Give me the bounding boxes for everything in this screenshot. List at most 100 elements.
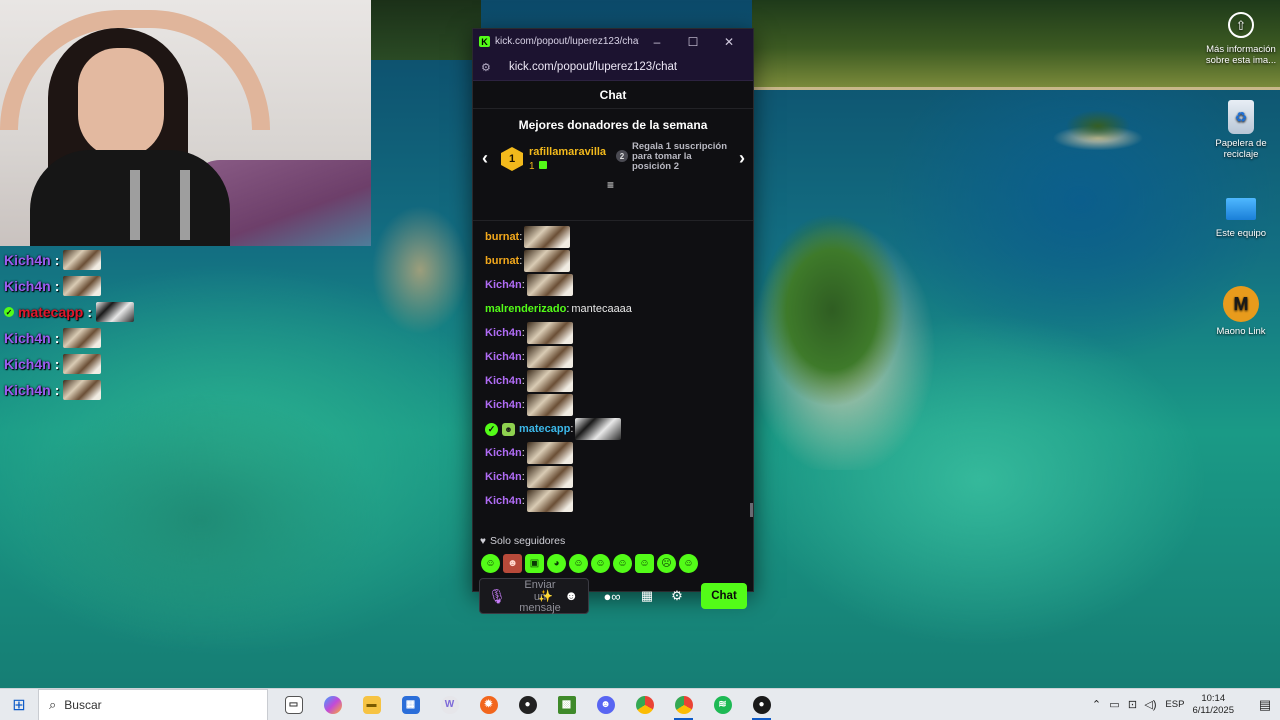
- chat-username[interactable]: Kich4n: [485, 495, 522, 507]
- task-view-icon[interactable]: ▭: [274, 689, 313, 720]
- points-icon[interactable]: ●∞: [595, 589, 629, 604]
- chrome-icon[interactable]: [625, 689, 664, 720]
- copilot-icon[interactable]: [313, 689, 352, 720]
- chat-messages[interactable]: burnat: burnat: Kich4n: malrenderizado: …: [473, 221, 753, 531]
- desktop-icon-recycle-bin[interactable]: ♻ Papelera de reciclaje: [1203, 100, 1279, 160]
- emote-image: [63, 380, 102, 400]
- address-bar[interactable]: ⚙ kick.com/popout/luperez123/chat: [473, 54, 753, 81]
- network-icon[interactable]: ⊡: [1123, 698, 1141, 711]
- chat-username[interactable]: Kich4n: [485, 327, 522, 339]
- top-donor-count: 1: [529, 161, 547, 172]
- taskbar-clock[interactable]: 10:14 6/11/2025: [1192, 693, 1234, 717]
- spotify-icon[interactable]: ≋: [703, 689, 742, 720]
- overlay-chat-row: Kich4n :: [4, 325, 204, 351]
- chat-popout-window[interactable]: K kick.com/popout/luperez123/chat... – ☐…: [472, 28, 754, 614]
- chat-username[interactable]: Kich4n: [485, 351, 522, 363]
- top-donors-carousel: ‹ 1 rafillamaravilla 1 2 Regala 1 suscri…: [473, 140, 753, 193]
- notifications-icon[interactable]: ▤: [1250, 697, 1280, 713]
- chevron-up-icon[interactable]: ⌃: [1087, 698, 1105, 711]
- minecraft-icon[interactable]: ▩: [547, 689, 586, 720]
- desktop-icon-label: Este equipo: [1215, 228, 1267, 239]
- overlay-separator: :: [54, 356, 60, 372]
- overlay-separator: :: [54, 330, 60, 346]
- emote-image-bw: [96, 302, 135, 322]
- brave-icon[interactable]: ✹: [469, 689, 508, 720]
- emote-image: [526, 490, 573, 512]
- clock-time: 10:14: [1201, 692, 1226, 704]
- emote-button[interactable]: ☺: [635, 553, 654, 573]
- window-title: kick.com/popout/luperez123/chat...: [495, 36, 639, 47]
- taskbar: ⊞ ⌕ Buscar ▭ ▬ ▦ W ✹ ● ▩ ☻ ≋ ● ⌃ ▭ ⊡ ◁) …: [0, 688, 1280, 720]
- settings-gear-icon[interactable]: ⚙: [665, 588, 689, 604]
- emote-button[interactable]: ▣: [525, 553, 544, 573]
- volume-icon[interactable]: ◁): [1141, 698, 1159, 711]
- chat-username[interactable]: Kich4n: [485, 279, 522, 291]
- collapse-pinned-icon[interactable]: ≡: [607, 178, 614, 192]
- chat-username[interactable]: Kich4n: [485, 447, 522, 459]
- emote-button[interactable]: ☹: [657, 553, 676, 573]
- chevron-left-icon[interactable]: ‹: [482, 148, 488, 169]
- emote-image: [63, 250, 102, 270]
- obs-icon[interactable]: ●: [508, 689, 547, 720]
- emote-button[interactable]: ☻: [503, 553, 522, 573]
- sandbank: [360, 190, 490, 360]
- chat-username[interactable]: Kich4n: [485, 375, 522, 387]
- search-icon: ⌕: [49, 696, 57, 712]
- emote-button[interactable]: ◕: [547, 553, 566, 573]
- discord-icon[interactable]: ☻: [586, 689, 625, 720]
- microphone-icon[interactable]: 🎙: [488, 586, 506, 606]
- quick-emote-bar[interactable]: ☺ ☻ ▣ ◕ ☺ ☺ ☺ ☺ ☹ ☺: [473, 551, 753, 575]
- emote-button[interactable]: ☺: [591, 553, 610, 573]
- chat-scrollbar[interactable]: [750, 503, 753, 517]
- desktop-icon-more-info[interactable]: ⇧ Más información sobre esta ima...: [1203, 12, 1279, 66]
- system-tray: ⌃ ▭ ⊡ ◁) ESP 10:14 6/11/2025 ▤: [1087, 689, 1280, 720]
- overlay-username: Kich4n: [4, 330, 51, 346]
- maximize-button[interactable]: ☐: [675, 35, 711, 49]
- store-icon[interactable]: ▦: [391, 689, 430, 720]
- emote-button[interactable]: ☺: [679, 553, 698, 573]
- overlay-username: Kich4n: [4, 278, 51, 294]
- desktop-icon-maono-link[interactable]: M Maono Link: [1203, 286, 1279, 337]
- overlay-separator: :: [87, 304, 93, 320]
- emoji-icon[interactable]: ☻: [564, 588, 578, 603]
- emote-image: [526, 322, 573, 344]
- overlay-username: Kich4n: [4, 356, 51, 372]
- overlay-chat: Kich4n : Kich4n : ✓ matecapp : Kich4n : …: [4, 247, 204, 403]
- chat-username[interactable]: burnat: [485, 255, 519, 267]
- close-button[interactable]: ✕: [711, 35, 747, 49]
- input-language[interactable]: ESP: [1165, 699, 1184, 710]
- chat-message-input[interactable]: 🎙 Enviar un mensaje ✨ ☻: [479, 578, 589, 614]
- taskbar-search[interactable]: ⌕ Buscar: [38, 688, 268, 720]
- desktop-icon-label: Papelera de reciclaje: [1215, 138, 1267, 160]
- chevron-right-icon[interactable]: ›: [739, 148, 745, 169]
- windows-start-icon[interactable]: ⊞: [0, 695, 38, 715]
- chat-username[interactable]: matecapp: [519, 423, 570, 435]
- chat-username[interactable]: malrenderizado: [485, 303, 566, 315]
- chat-username[interactable]: Kich4n: [485, 399, 522, 411]
- address-url: kick.com/popout/luperez123/chat: [509, 61, 678, 73]
- chrome-profile-icon[interactable]: [664, 689, 703, 720]
- emote-button[interactable]: ☺: [613, 553, 632, 573]
- battery-icon[interactable]: ▭: [1105, 698, 1123, 711]
- chat-message: Kich4n:: [485, 369, 753, 393]
- emote-image: [526, 274, 573, 296]
- store-icon[interactable]: ▦: [635, 588, 659, 604]
- emote-button[interactable]: ☺: [481, 553, 500, 573]
- top-donor-name[interactable]: rafillamaravilla: [529, 146, 606, 158]
- obs-alt-icon[interactable]: ●: [742, 689, 781, 720]
- emote-button[interactable]: ☺: [569, 553, 588, 573]
- forest-background: [752, 0, 1280, 90]
- site-settings-icon[interactable]: ⚙: [481, 61, 495, 74]
- window-titlebar[interactable]: K kick.com/popout/luperez123/chat... – ☐…: [473, 29, 753, 54]
- donor-cta-text: Regala 1 suscripción para tomar la posic…: [632, 141, 728, 172]
- magic-wand-icon[interactable]: ✨: [538, 589, 553, 603]
- minimize-button[interactable]: –: [639, 35, 675, 49]
- desktop-icon-this-pc[interactable]: Este equipo: [1203, 192, 1279, 239]
- chat-message: malrenderizado: mantecaaaa: [485, 303, 632, 315]
- chat-username[interactable]: Kich4n: [485, 471, 522, 483]
- word-icon[interactable]: W: [430, 689, 469, 720]
- chat-username[interactable]: burnat: [485, 231, 519, 243]
- file-explorer-icon[interactable]: ▬: [352, 689, 391, 720]
- send-chat-button[interactable]: Chat: [701, 583, 747, 609]
- overlay-chat-row: Kich4n :: [4, 377, 204, 403]
